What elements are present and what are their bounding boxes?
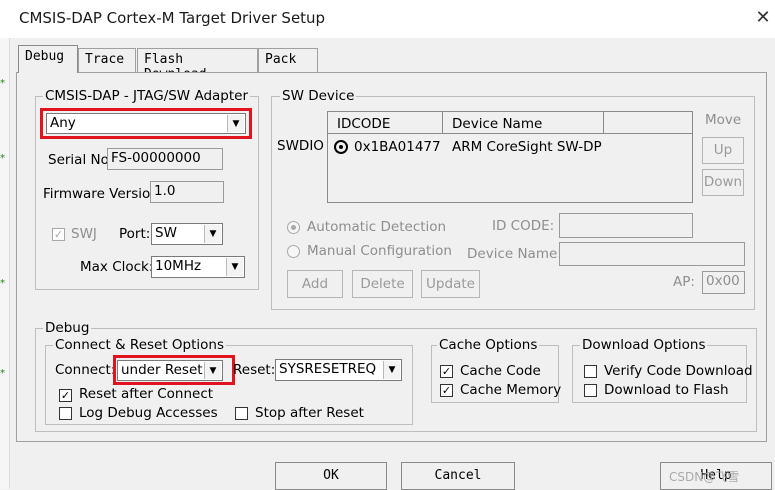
firmware-label: Firmware Version: [43,186,164,202]
download-options-label: Download Options [580,337,708,353]
column-divider [603,112,604,134]
debug-group-label: Debug [43,320,92,336]
row-device-name: ARM CoreSight SW-DP [452,139,602,155]
column-divider [442,112,443,134]
reset-after-connect-checkbox[interactable]: ✓ [59,389,72,402]
log-debug-label: Log Debug Accesses [79,405,218,421]
move-label: Move [705,112,742,128]
table-row[interactable]: 0x1BA01477 ARM CoreSight SW-DP [328,136,692,158]
cancel-button[interactable]: Cancel [401,462,515,490]
chevron-down-icon[interactable]: ▼ [226,258,243,276]
verify-download-checkbox[interactable] [584,365,597,378]
delete-button[interactable]: Delete [352,270,413,298]
cache-memory-checkbox[interactable]: ✓ [440,384,453,397]
cache-options-label: Cache Options [437,337,540,353]
stop-after-reset-checkbox[interactable] [235,407,248,420]
tab-trace[interactable]: Trace [78,48,136,72]
auto-detection-radio[interactable] [287,221,300,234]
log-debug-checkbox[interactable] [59,407,72,420]
ok-button[interactable]: OK [275,462,387,490]
chevron-down-icon[interactable]: ▼ [227,115,244,132]
cache-memory-label: Cache Memory [460,382,562,398]
serial-field: FS-00000000 [107,148,223,170]
idcode-label: ID CODE: [492,218,555,234]
connect-select-value: under Reset [121,362,203,378]
down-button[interactable]: Down [702,169,744,196]
device-name-label: Device Name: [467,246,562,262]
column-header-idcode: IDCODE [337,116,391,132]
manual-config-radio[interactable] [287,245,300,258]
chevron-down-icon[interactable]: ▼ [204,225,221,243]
reset-label: Reset: [233,362,276,378]
download-flash-label: Download to Flash [604,382,729,398]
cache-code-label: Cache Code [460,363,541,379]
device-name-field[interactable] [559,242,745,266]
up-button[interactable]: Up [702,137,744,164]
verify-download-label: Verify Code Download [604,363,753,379]
adapter-select-value: Any [50,115,76,131]
maxclock-label: Max Clock: [80,259,154,275]
watermark: CSDN@飞雪 [669,470,740,484]
firmware-field: 1.0 [150,181,224,203]
add-button[interactable]: Add [287,270,343,298]
swj-checkbox[interactable]: ✓ [52,228,65,241]
sw-device-group-label: SW Device [280,88,357,104]
tab-debug[interactable]: Debug [18,45,78,73]
idcode-field[interactable] [559,213,693,238]
cache-code-checkbox[interactable]: ✓ [440,365,453,378]
selected-radio-icon [334,140,348,154]
window-title: CMSIS-DAP Cortex-M Target Driver Setup [19,9,326,27]
column-header-device-name: Device Name [452,116,543,132]
stop-after-reset-label: Stop after Reset [255,405,364,421]
download-flash-checkbox[interactable] [584,384,597,397]
chevron-down-icon[interactable]: ▼ [204,362,221,379]
connect-label: Connect: [55,362,116,378]
manual-config-label: Manual Configuration [307,243,452,259]
row-idcode: 0x1BA01477 [354,139,441,155]
adapter-group-label: CMSIS-DAP - JTAG/SW Adapter [43,88,251,104]
port-label: Port: [119,226,151,242]
maxclock-select-value: 10MHz [155,258,202,274]
background-window-strip: * * * * [0,38,10,489]
reset-select-value: SYSRESETREQ [279,361,377,377]
ap-field[interactable]: 0x00 [702,271,745,294]
tab-flash-download[interactable]: Flash Download [137,48,258,82]
update-button[interactable]: Update [421,270,480,298]
tab-pack[interactable]: Pack [258,48,318,72]
auto-detection-label: Automatic Detection [307,219,447,235]
reset-after-connect-label: Reset after Connect [79,386,214,402]
swdio-label: SWDIO [277,138,324,154]
swj-label: SWJ [71,226,97,242]
device-table: IDCODE Device Name 0x1BA01477 ARM CoreSi… [327,111,693,203]
adapter-select[interactable]: Any [46,113,246,134]
chevron-down-icon[interactable]: ▼ [383,361,400,379]
connect-reset-label: Connect & Reset Options [53,337,227,353]
close-icon[interactable]: ✕ [752,7,774,29]
ap-label: AP: [673,274,695,290]
serial-label: Serial No: [48,152,114,168]
port-select-value: SW [155,225,177,241]
